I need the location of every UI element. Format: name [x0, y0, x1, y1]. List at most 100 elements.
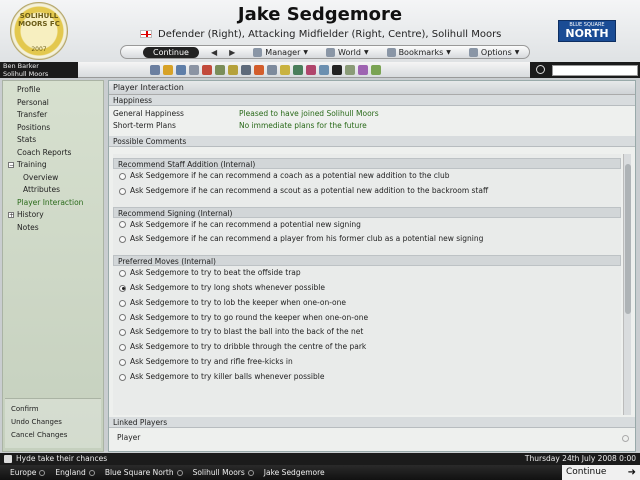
news-headline[interactable]: Hyde take their chances [16, 453, 107, 465]
cancel-changes-button[interactable]: Cancel Changes [5, 429, 101, 442]
comment-option-label: Ask Sedgemore if he can recommend a play… [130, 234, 484, 244]
radio-button[interactable] [119, 299, 126, 307]
toolbar-shortcut-icon[interactable] [280, 64, 290, 75]
radio-button[interactable] [119, 358, 126, 366]
collapse-toggle-icon[interactable]: − [8, 162, 14, 169]
main-panel: Player Interaction Happiness General Hap… [108, 80, 636, 452]
radio-button[interactable] [119, 270, 126, 278]
toolbar-shortcut-icon[interactable] [319, 64, 329, 75]
manager-icon [253, 47, 263, 57]
sidebar-item-attributes[interactable]: Attributes [3, 184, 103, 197]
toolbar-shortcut-icon[interactable] [228, 64, 238, 75]
comment-option[interactable]: Ask Sedgemore if he can recommend a coac… [113, 169, 621, 184]
scrollbar-thumb[interactable] [625, 164, 631, 314]
linked-players: Linked Players Player [109, 417, 635, 451]
comment-option[interactable]: Ask Sedgemore to try to go round the kee… [113, 311, 621, 326]
sidebar-item-stats[interactable]: Stats [3, 134, 103, 147]
club-badge-logo[interactable]: SOLIHULL MOORS FC 2007 [10, 2, 68, 60]
radio-button[interactable] [119, 344, 126, 352]
toolbar-shortcut-icon[interactable] [267, 64, 277, 75]
linked-players-column[interactable]: Player [109, 432, 635, 444]
world-menu-label: World [338, 47, 361, 57]
news-icon[interactable] [4, 455, 12, 463]
toolbar-shortcut-icon[interactable] [293, 64, 303, 75]
radio-button[interactable] [119, 236, 126, 244]
sidebar-item-profile[interactable]: Profile [3, 84, 103, 97]
league-badge-logo[interactable]: BLUE SQUARE NORTH [558, 20, 616, 42]
toolbar-shortcut-icon[interactable] [163, 64, 173, 75]
toolbar-shortcut-icon[interactable] [371, 64, 381, 75]
comment-option[interactable]: Ask Sedgemore if he can recommend a scou… [113, 184, 621, 199]
radio-button[interactable] [119, 172, 126, 180]
happiness-value: Pleased to have joined Solihull Moors [239, 109, 379, 118]
options-menu[interactable]: Options ▼ [468, 47, 519, 57]
sidebar-item-history[interactable]: + History [3, 209, 103, 222]
comment-option[interactable]: Ask Sedgemore to try to blast the ball i… [113, 325, 621, 340]
comment-option[interactable]: Ask Sedgemore to try to lob the keeper w… [113, 296, 621, 311]
expand-toggle-icon[interactable]: + [8, 212, 14, 219]
comment-option[interactable]: Ask Sedgemore to try to dribble through … [113, 340, 621, 355]
comment-option[interactable]: Ask Sedgemore to try to beat the offside… [113, 266, 621, 281]
forward-arrow-icon[interactable]: ▶ [229, 48, 235, 57]
sidebar-item-overview[interactable]: Overview [3, 172, 103, 185]
comment-option[interactable]: Ask Sedgemore if he can recommend a pote… [113, 218, 621, 233]
bookmarks-menu-label: Bookmarks [398, 47, 444, 57]
sidebar-item-player-interaction[interactable]: Player Interaction [3, 197, 103, 210]
comments-scrollbar[interactable] [623, 154, 631, 415]
sidebar-item-transfer[interactable]: Transfer [3, 109, 103, 122]
toolbar-shortcut-icon[interactable] [241, 64, 251, 75]
radio-button[interactable] [119, 329, 126, 337]
bookmarks-menu[interactable]: Bookmarks ▼ [386, 47, 451, 57]
toolbar-shortcut-icon[interactable] [215, 64, 225, 75]
sidebar-item-positions[interactable]: Positions [3, 122, 103, 135]
user-info: Ben Barker Solihull Moors [0, 62, 78, 78]
linked-players-header: Linked Players [109, 417, 635, 428]
breadcrumb-label: Jake Sedgemore [263, 468, 325, 477]
radio-button[interactable] [119, 284, 126, 292]
toolbar-shortcut-icon[interactable] [202, 64, 212, 75]
comment-option[interactable]: Ask Sedgemore to try killer balls whenev… [113, 370, 621, 385]
confirm-button[interactable]: Confirm [5, 403, 101, 416]
toolbar-shortcut-icon[interactable] [176, 64, 186, 75]
toolbar-shortcut-icon[interactable] [332, 64, 342, 75]
sidebar-item-notes[interactable]: Notes [3, 222, 103, 235]
chevron-down-icon: ▼ [446, 48, 451, 56]
breadcrumb-label: Solihull Moors [192, 468, 245, 477]
search-icon[interactable] [536, 65, 545, 74]
breadcrumb-label: Blue Square North [104, 468, 174, 477]
world-menu[interactable]: World ▼ [326, 47, 369, 57]
breadcrumb-england[interactable]: England [45, 465, 95, 480]
breadcrumb-europe[interactable]: Europe [0, 465, 46, 480]
footer-continue-button[interactable]: Continue ➜ [562, 465, 640, 480]
manager-menu[interactable]: Manager ▼ [253, 47, 308, 57]
toolbar-shortcut-icon[interactable] [345, 64, 355, 75]
toolbar-shortcut-icon[interactable] [358, 64, 368, 75]
sidebar-item-personal[interactable]: Personal [3, 97, 103, 110]
resize-icon[interactable] [622, 435, 629, 442]
sidebar-item-coach-reports[interactable]: Coach Reports [3, 147, 103, 160]
toolbar-shortcut-icon[interactable] [254, 64, 264, 75]
sidebar-item-training[interactable]: − Training [3, 159, 103, 172]
toolbar-shortcut-icon[interactable] [306, 64, 316, 75]
continue-button[interactable]: Continue [143, 46, 199, 58]
news-bar: Hyde take their chances Thursday 24th Ju… [0, 453, 640, 465]
radio-button[interactable] [119, 373, 126, 381]
comment-group-header: Recommend Signing (Internal) [113, 206, 621, 218]
toolbar-shortcut-icon[interactable] [150, 64, 160, 75]
toolbar-shortcut-icon[interactable] [189, 64, 199, 75]
radio-button[interactable] [119, 221, 126, 229]
radio-button[interactable] [119, 187, 126, 195]
comment-option-label: Ask Sedgemore to try to beat the offside… [130, 268, 301, 278]
comment-option[interactable]: Ask Sedgemore to try long shots whenever… [113, 281, 621, 296]
radio-button[interactable] [119, 314, 126, 322]
breadcrumb-league[interactable]: Blue Square North [95, 465, 183, 480]
chevron-down-icon: ▼ [363, 48, 369, 56]
undo-changes-button[interactable]: Undo Changes [5, 416, 101, 429]
user-club: Solihull Moors [3, 70, 49, 78]
comment-option[interactable]: Ask Sedgemore if he can recommend a play… [113, 232, 621, 247]
search-input[interactable] [552, 65, 638, 76]
breadcrumb-club[interactable]: Solihull Moors [183, 465, 254, 480]
back-arrow-icon[interactable]: ◀ [211, 48, 217, 57]
breadcrumb-player[interactable]: Jake Sedgemore [254, 465, 325, 480]
comment-option[interactable]: Ask Sedgemore to try and rifle free-kick… [113, 355, 621, 370]
